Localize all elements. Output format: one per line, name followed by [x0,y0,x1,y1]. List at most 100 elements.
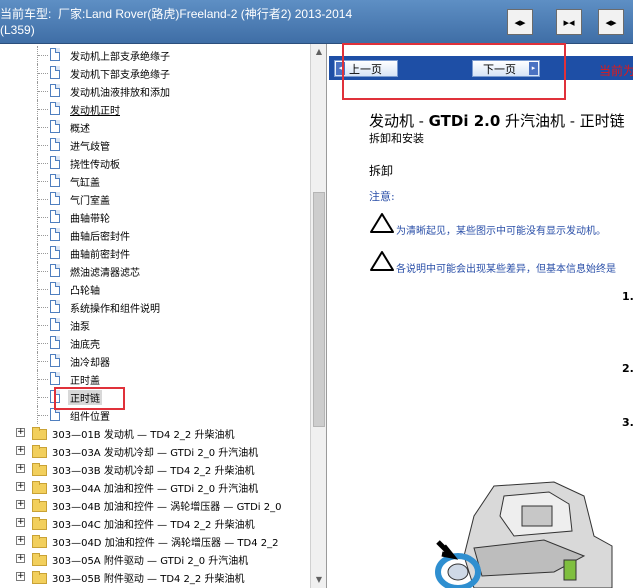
tree-item[interactable]: 曲轴前密封件 [0,244,310,262]
tree-item-label[interactable]: 概述 [70,120,90,135]
tree-item-label[interactable]: 气门室盖 [70,192,110,207]
tree-item[interactable]: 发动机下部支承绝缘子 [0,64,310,82]
tree-item-label[interactable]: 正时盖 [70,372,100,387]
tree-item[interactable]: 组件位置 [0,406,310,424]
tree-folder-label[interactable]: 303—04D 加油和控件 — 涡轮增压器 — TD4 2_2 [52,534,278,549]
tree-item-label[interactable]: 发动机油液排放和添加 [70,84,170,99]
expand-plus-icon[interactable]: + [16,518,25,527]
tree-item-label[interactable]: 曲轴带轮 [70,210,110,225]
tree-connector [38,91,48,92]
tree-item[interactable]: 油泵 [0,316,310,334]
tree-item-label[interactable]: 油底壳 [70,336,100,351]
tree-folder-label[interactable]: 303—05B 附件驱动 — TD4 2_2 升柴油机 [52,570,244,585]
warning-text: 为清晰起见，某些图示中可能没有显示发动机。 [396,226,606,237]
warning-row: 各说明中可能会出现某些差异，但基本信息始终是 [369,250,616,276]
tree-item[interactable]: 油冷却器 [0,352,310,370]
tree-item[interactable]: 曲轴带轮 [0,208,310,226]
tree-folder[interactable]: +303—04B 加油和控件 — 涡轮增压器 — GTDi 2_0 [0,496,310,514]
tree-folder[interactable]: +303—05B 附件驱动 — TD4 2_2 升柴油机 [0,568,310,586]
tree-item-label[interactable]: 燃油滤清器滤芯 [70,264,140,279]
tree-item[interactable]: 凸轮轴 [0,280,310,298]
tree-item-label[interactable]: 组件位置 [70,408,110,423]
tree-item[interactable]: 概述 [0,118,310,136]
tree-item-label[interactable]: 凸轮轴 [70,282,100,297]
note-label: 注意: [369,190,395,203]
tree-folder-label[interactable]: 303—03A 发动机冷却 — GTDi 2_0 升汽油机 [52,444,258,459]
document-icon [50,84,60,97]
tree-item[interactable]: 气门室盖 [0,190,310,208]
tree-item[interactable]: 燃油滤清器滤芯 [0,262,310,280]
tree-folder-label[interactable]: 303—05A 附件驱动 — GTDi 2_0 升汽油机 [52,552,248,567]
tree-item-label[interactable]: 油冷却器 [70,354,110,369]
collapse-left-button[interactable]: ◂▸ [598,9,624,35]
page-subtitle: 拆卸和安装 [369,132,424,145]
tree-item[interactable]: 曲轴后密封件 [0,226,310,244]
tree-folder[interactable]: +303—01B 发动机 — TD4 2_2 升柴油机 [0,424,310,442]
tree-item-label[interactable]: 曲轴后密封件 [70,228,130,243]
expand-plus-icon[interactable]: + [16,428,25,437]
tree-item-label[interactable]: 系统操作和组件说明 [70,300,160,315]
step-number: 2. [622,362,633,375]
scroll-thumb[interactable] [313,192,325,427]
arrows-icon: ◂▸ [514,15,526,29]
tree-item[interactable]: 发动机油液排放和添加 [0,82,310,100]
tree-item[interactable]: 油底壳 [0,334,310,352]
tree-folder[interactable]: +303—03B 发动机冷却 — TD4 2_2 升柴油机 [0,460,310,478]
expand-plus-icon[interactable]: + [16,554,25,563]
tree-folder-label[interactable]: 303—01B 发动机 — TD4 2_2 升柴油机 [52,426,234,441]
expand-plus-icon[interactable]: + [16,536,25,545]
tree-panel[interactable]: 发动机上部支承绝缘子 发动机下部支承绝缘子 发动机油液排放和添加 发动机正时概述进气歧… [0,44,327,588]
tree-scrollbar[interactable]: ▲ ▼ [310,44,326,588]
tree-item[interactable]: 进气歧管 [0,136,310,154]
prev-page-label: 上一页 [349,62,382,76]
expand-plus-icon[interactable]: + [16,572,25,581]
tree-folder[interactable]: +303—05A 附件驱动 — GTDi 2_0 升汽油机 [0,550,310,568]
tree-folder-label[interactable]: 303—04C 加油和控件 — TD4 2_2 升柴油机 [52,516,255,531]
tree-folder[interactable]: +303—04A 加油和控件 — GTDi 2_0 升汽油机 [0,478,310,496]
expand-plus-icon[interactable]: + [16,464,25,473]
expand-both-button[interactable]: ▸◂ [556,9,582,35]
tree-item[interactable]: 正时盖 [0,370,310,388]
prev-page-button[interactable]: ◂ 上一页 [334,60,398,77]
tree-folder[interactable]: +303—04D 加油和控件 — 涡轮增压器 — TD4 2_2 [0,532,310,550]
document-icon [50,318,60,331]
step-number: 1. [622,290,633,303]
tree-folder[interactable]: +303—03A 发动机冷却 — GTDi 2_0 升汽油机 [0,442,310,460]
tree-item-label[interactable]: 进气歧管 [70,138,110,153]
tree-item[interactable]: 系统操作和组件说明 [0,298,310,316]
scroll-up-icon[interactable]: ▲ [311,44,326,60]
expand-right-button[interactable]: ◂▸ [507,9,533,35]
expand-plus-icon[interactable]: + [16,482,25,491]
expand-plus-icon[interactable]: + [16,500,25,509]
tree-item-label[interactable]: 曲轴前密封件 [70,246,130,261]
document-icon [50,48,60,61]
warning-row: 为清晰起见，某些图示中可能没有显示发动机。 [369,212,606,238]
tree-item-label[interactable]: 气缸盖 [70,174,100,189]
tree-item[interactable]: 挠性传动板 [0,154,310,172]
tree-item-label[interactable]: 油泵 [70,318,90,333]
tree-folder[interactable]: +303—04C 加油和控件 — TD4 2_2 升柴油机 [0,514,310,532]
document-icon [50,354,60,367]
tree-connector [38,361,48,362]
tree-folder-label[interactable]: 303—03B 发动机冷却 — TD4 2_2 升柴油机 [52,462,254,477]
tree-item[interactable]: 气缸盖 [0,172,310,190]
next-page-button[interactable]: 下一页 ▸ [472,60,540,77]
document-icon [50,372,60,385]
tree-item[interactable]: 发动机上部支承绝缘子 [0,46,310,64]
tree-folder-label[interactable]: 303—04A 加油和控件 — GTDi 2_0 升汽油机 [52,480,258,495]
scroll-down-icon[interactable]: ▼ [311,572,326,588]
tree-folder-label[interactable]: 303—04B 加油和控件 — 涡轮增压器 — GTDi 2_0 [52,498,281,513]
folder-icon [32,499,47,512]
tree-item-label[interactable]: 正时链 [68,389,102,405]
tree-item-label[interactable]: 发动机下部支承绝缘子 [70,66,170,81]
folder-icon [32,553,47,566]
tree-item[interactable]: 正时链 [0,388,310,406]
tree-item-label[interactable]: 挠性传动板 [70,156,120,171]
warning-icon [370,213,394,233]
tree-item-label[interactable]: 发动机上部支承绝缘子 [70,48,170,63]
document-icon [50,408,60,421]
expand-plus-icon[interactable]: + [16,446,25,455]
tree-item[interactable]: 发动机正时 [0,100,310,118]
tree-item-label[interactable]: 发动机正时 [70,102,120,117]
folder-icon [32,535,47,548]
